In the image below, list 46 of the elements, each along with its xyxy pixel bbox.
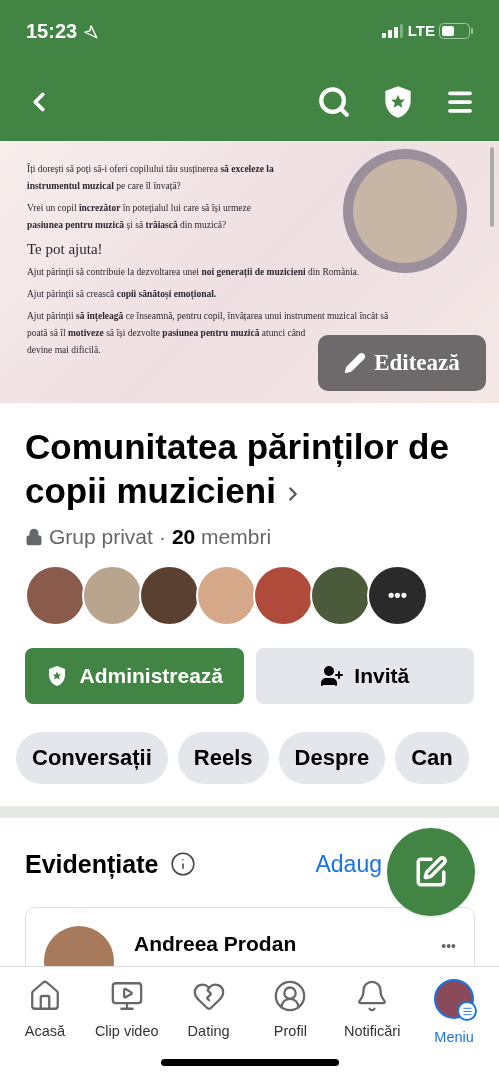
- location-icon: [83, 23, 99, 39]
- tab-item[interactable]: Acasă: [4, 979, 85, 1049]
- more-options-button[interactable]: •••: [441, 936, 456, 957]
- add-link[interactable]: Adaug: [315, 847, 382, 882]
- cover-text: instrumentul muzical pe care îl învață?: [27, 180, 181, 193]
- filter-chip[interactable]: Reels: [177, 731, 269, 784]
- add-user-icon: [320, 663, 345, 688]
- cover-heading: Te pot ajuta!: [27, 240, 103, 259]
- cover-text: pasiunea pentru muzică și să trăiască din muzică?: [27, 219, 227, 232]
- profile-icon: [273, 979, 308, 1013]
- network-label: LTE: [407, 20, 435, 41]
- edit-cover-button[interactable]: Editează: [318, 335, 486, 391]
- filter-chip[interactable]: Can: [395, 731, 469, 784]
- video-icon: [109, 979, 144, 1013]
- group-title[interactable]: Comunitatea părinților de copii muzicieni: [25, 425, 474, 513]
- author-name[interactable]: Andreea Prodan: [134, 928, 297, 960]
- cover-text: Vrei un copil încrezător în potețialul lui care să își urmeze: [27, 202, 252, 215]
- invite-button[interactable]: Invită: [255, 647, 474, 704]
- filter-chip[interactable]: Despre: [278, 731, 386, 784]
- more-members-button[interactable]: •••: [367, 564, 428, 626]
- manage-button[interactable]: Administrează: [25, 647, 244, 704]
- search-icon[interactable]: [317, 84, 351, 119]
- pencil-icon: [344, 352, 367, 374]
- tab-item[interactable]: Meniu: [414, 979, 495, 1049]
- cover-text: Ajut părinții să contribuie la dezvoltarea unei noi generații de muzicieni din România.: [27, 266, 360, 280]
- separator: ·: [158, 524, 166, 550]
- signal-icon: [381, 24, 404, 38]
- battery-icon: [439, 23, 473, 39]
- cover-text: Ajut părinții să înțeleagă ce înseamnă, pentru copil, învățarea unui instrument muzical încât să: [27, 310, 389, 324]
- filter-chip[interactable]: Conversații: [16, 731, 168, 784]
- cover-text: poată să îl motiveze să își dezvolte pasiunea pentru muzică atunci când: [27, 327, 306, 340]
- tab-item[interactable]: Clip video: [86, 979, 167, 1049]
- info-icon[interactable]: [170, 851, 197, 878]
- tab-item[interactable]: Dating: [168, 979, 249, 1049]
- cover-text: devine mai dificilă.: [27, 344, 101, 357]
- avatar-menu-icon: [434, 979, 475, 1019]
- tab-item[interactable]: Notificări: [332, 979, 413, 1049]
- group-privacy: Grup privat: [49, 524, 153, 550]
- cover-text: Ajut părinții să crească copii sănătoși emoțional.: [27, 288, 217, 302]
- tab-item[interactable]: Profil: [250, 979, 331, 1049]
- lock-icon: [25, 527, 43, 546]
- section-title: Evidențiate: [25, 848, 159, 881]
- status-time: 15:23: [26, 19, 78, 44]
- cover-text: Îți dorești să poți să-i oferi copilului tău susținerea să exceleze la: [27, 162, 274, 176]
- compose-icon: [414, 855, 448, 889]
- member-count[interactable]: 20 membri: [171, 521, 272, 553]
